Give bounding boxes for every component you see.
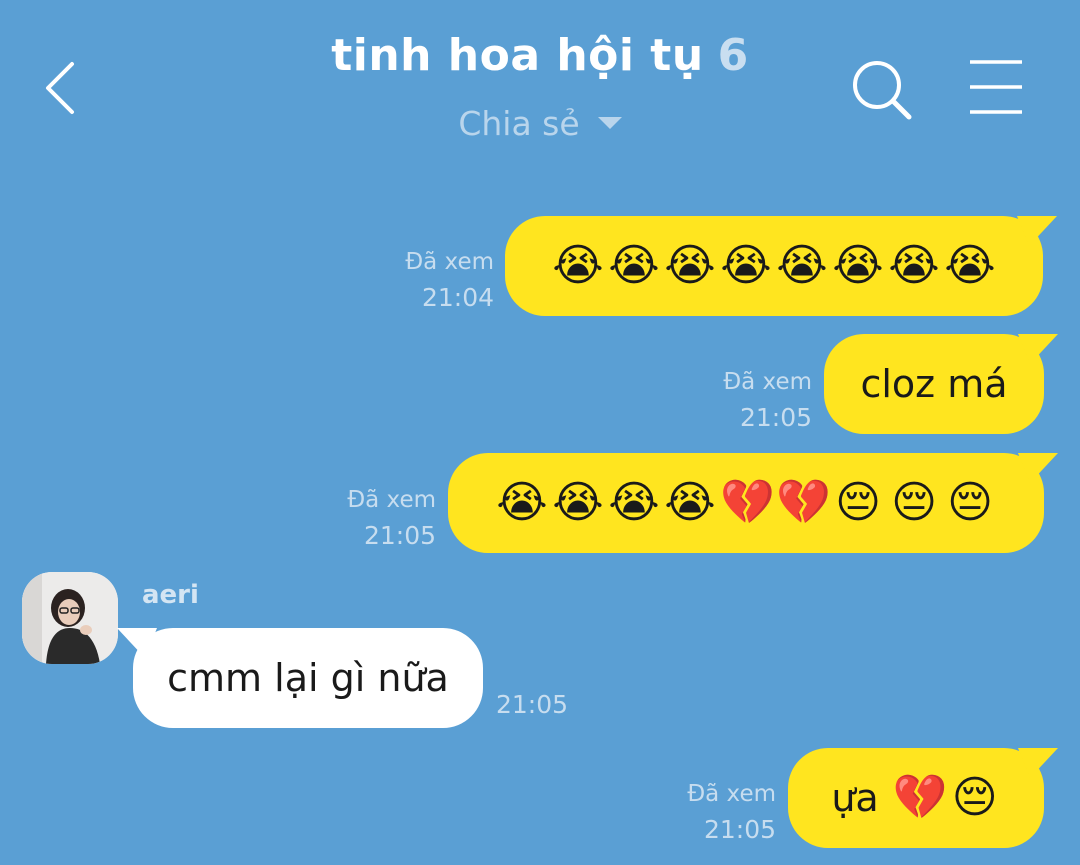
- seen-status: Đã xem: [723, 369, 812, 395]
- seen-status: Đã xem: [687, 781, 776, 807]
- menu-icon: [970, 60, 1022, 114]
- message-bubble-theirs[interactable]: cmm lại gì nữa: [117, 628, 483, 728]
- message-text: cloz má: [860, 362, 1008, 406]
- loudly-crying-emoji: 😭: [832, 240, 884, 291]
- message-time: 21:05: [739, 403, 812, 432]
- loudly-crying-emoji: 😭: [552, 477, 604, 528]
- loudly-crying-emoji: 😭: [944, 240, 996, 291]
- message-meta: Đã xem 21:05: [662, 776, 776, 848]
- message-bubble-mine[interactable]: ựa 💔 😔: [788, 748, 1058, 848]
- seen-status: Đã xem: [347, 487, 436, 513]
- loudly-crying-emoji: 😭: [664, 477, 716, 528]
- share-label: Chia sẻ: [458, 104, 580, 143]
- message-meta: Đã xem 21:05: [696, 364, 812, 436]
- sender-name: aeri: [142, 580, 199, 610]
- pensive-face-emoji: 😔: [951, 772, 998, 823]
- member-count: 6: [717, 30, 749, 81]
- bubble-tail: [1018, 334, 1058, 364]
- message-text: cmm lại gì nữa: [167, 656, 449, 700]
- message-time: 21:05: [496, 690, 569, 719]
- share-dropdown[interactable]: Chia sẻ: [0, 104, 1080, 143]
- loudly-crying-emoji: 😭: [720, 240, 772, 291]
- message-content: ựa 💔 😔: [831, 772, 1000, 823]
- avatar-photo: [22, 572, 118, 664]
- loudly-crying-emoji: 😭: [664, 240, 716, 291]
- message-meta: Đã xem 21:04: [380, 244, 494, 316]
- loudly-crying-emoji: 😭: [888, 240, 940, 291]
- message-time: 21:04: [421, 283, 494, 312]
- message-time: 21:05: [703, 815, 776, 844]
- loudly-crying-emoji: 😭: [608, 477, 660, 528]
- chat-header: tinh hoa hội tụ 6 Chia sẻ: [0, 0, 1080, 160]
- message-time: 21:05: [363, 521, 436, 550]
- pensive-face-emoji: 😔: [947, 477, 993, 528]
- message-bubble-mine[interactable]: 😭 😭 😭 😭 😭 😭 😭 😭: [505, 216, 1057, 316]
- broken-heart-emoji: 💔: [892, 772, 948, 823]
- loudly-crying-emoji: 😭: [496, 477, 548, 528]
- emoji-row: 😭 😭 😭 😭 💔 💔 😔 😔 😔: [496, 481, 996, 525]
- loudly-crying-emoji: 😭: [608, 240, 660, 291]
- search-icon: [853, 61, 912, 120]
- message-bubble-mine[interactable]: cloz má: [824, 334, 1058, 434]
- broken-heart-emoji: 💔: [720, 477, 775, 528]
- pensive-face-emoji: 😔: [891, 477, 937, 528]
- message-meta: Đã xem 21:05: [322, 482, 436, 554]
- bubble-tail: [117, 628, 157, 658]
- search-button[interactable]: [850, 58, 914, 122]
- group-name: tinh hoa hội tụ: [331, 30, 704, 81]
- bubble-tail: [1018, 748, 1058, 778]
- bubble-tail: [1018, 453, 1058, 483]
- menu-button[interactable]: [968, 58, 1024, 116]
- message-bubble-mine[interactable]: 😭 😭 😭 😭 💔 💔 😔 😔 😔: [448, 453, 1058, 553]
- loudly-crying-emoji: 😭: [776, 240, 828, 291]
- chat-title[interactable]: tinh hoa hội tụ 6: [0, 30, 1080, 81]
- bubble-tail: [1017, 216, 1057, 246]
- message-text: ựa: [831, 776, 879, 820]
- seen-status: Đã xem: [405, 249, 494, 275]
- pensive-face-emoji: 😔: [835, 477, 881, 528]
- avatar[interactable]: [22, 572, 118, 664]
- broken-heart-emoji: 💔: [776, 477, 831, 528]
- caret-down-icon: [597, 116, 622, 129]
- loudly-crying-emoji: 😭: [552, 240, 604, 291]
- emoji-row: 😭 😭 😭 😭 😭 😭 😭 😭: [552, 244, 996, 288]
